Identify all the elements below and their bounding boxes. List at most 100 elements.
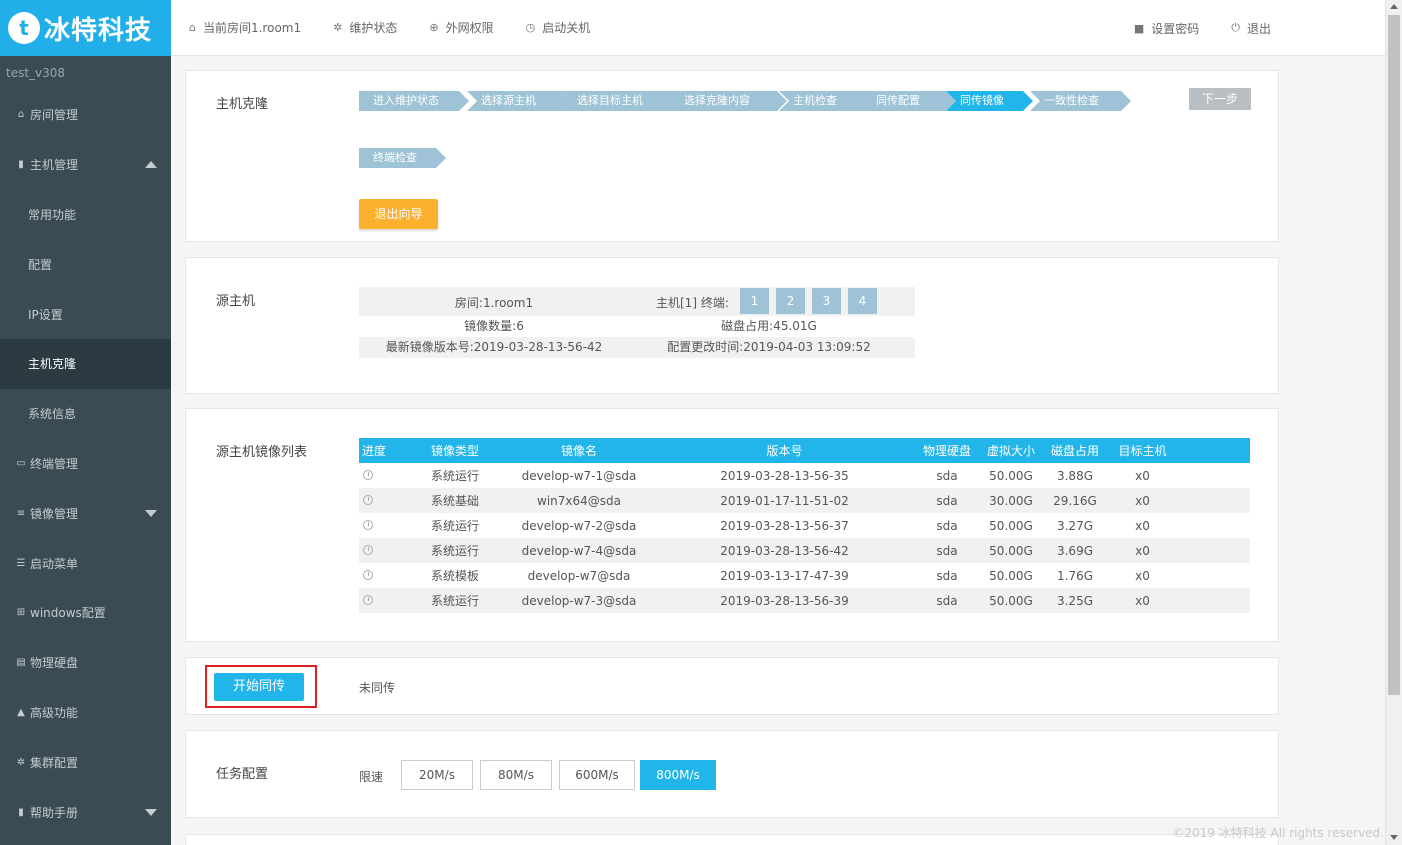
table-cell-spacer bbox=[1170, 538, 1250, 563]
table-cell: 50.00G bbox=[987, 538, 1035, 563]
bottom-panel bbox=[185, 834, 1279, 845]
speed-option-3[interactable]: 600M/s bbox=[559, 760, 635, 790]
sidebar-item-label: windows配置 bbox=[30, 606, 106, 621]
table-cell-spacer bbox=[1170, 588, 1250, 613]
sidebar-item-label: 集群配置 bbox=[30, 755, 79, 770]
list-icon: ☰ bbox=[16, 557, 26, 569]
task-config-panel: 任务配置 限速 20M/s 80M/s 600M/s 800M/s bbox=[185, 730, 1279, 818]
set-password-link[interactable]: ■ 设置密码 bbox=[1134, 20, 1199, 37]
table-cell: x0 bbox=[1135, 518, 1150, 533]
table-row[interactable]: 系统运行 develop-w7-1@sda 2019-03-28-13-56-35 s… bbox=[359, 463, 1250, 488]
harddisk-icon: ▤ bbox=[16, 657, 26, 669]
scroll-up-arrow-icon[interactable] bbox=[1390, 4, 1398, 9]
logo: t 冰特科技 bbox=[0, 0, 171, 56]
column-header: 物理硬盘 bbox=[907, 438, 987, 463]
sidebar-item-image-management[interactable]: ≡ 镜像管理 bbox=[0, 488, 171, 538]
sidebar-item-help-manual[interactable]: ▮ 帮助手册 bbox=[0, 787, 171, 837]
sidebar-item-room-management[interactable]: ⌂ 房间管理 bbox=[0, 90, 171, 140]
task-config-title: 任务配置 bbox=[216, 767, 269, 782]
table-cell: 3.25G bbox=[1035, 588, 1115, 613]
sidebar-item-label: 房间管理 bbox=[30, 108, 79, 123]
table-cell: sda bbox=[907, 538, 987, 563]
image-list-panel: 源主机镜像列表 进度 镜像类型 镜像名 版本号 物理硬盘 虚拟大小 磁盘占用 目标主机 系统运… bbox=[185, 408, 1279, 642]
start-sync-button[interactable]: 开始同传 bbox=[214, 673, 304, 701]
next-step-button[interactable]: 下一步 bbox=[1189, 88, 1251, 110]
table-row[interactable]: 系统运行 develop-w7-3@sda 2019-03-28-13-56-39 s… bbox=[359, 588, 1250, 613]
latest-version: 最新镜像版本号:2019-03-28-13-56-42 bbox=[385, 340, 603, 354]
table-cell: 系统模板 bbox=[430, 569, 479, 583]
sidebar-item-label: IP设置 bbox=[28, 307, 63, 322]
sidebar-item-host-management[interactable]: ▮ 主机管理 bbox=[0, 140, 171, 190]
power-label: 启动关机 bbox=[542, 21, 591, 35]
sidebar-item-cluster-config[interactable]: ✲ 集群配置 bbox=[0, 737, 171, 787]
table-cell-spacer bbox=[1170, 463, 1250, 488]
clock-icon bbox=[363, 494, 373, 505]
clone-title: 主机克隆 bbox=[216, 97, 269, 112]
table-cell: sda bbox=[907, 588, 987, 613]
terminal-button-4[interactable]: 4 bbox=[848, 288, 877, 314]
scroll-down-arrow-icon[interactable] bbox=[1390, 835, 1398, 840]
table-cell: 2019-01-17-11-51-02 bbox=[662, 488, 907, 513]
sidebar-item-terminal-management[interactable]: ▭ 终端管理 bbox=[0, 439, 171, 489]
speed-option-4[interactable]: 800M/s bbox=[640, 760, 716, 790]
exit-wizard-button[interactable]: 退出向导 bbox=[359, 199, 438, 229]
sidebar-item-config[interactable]: 配置 bbox=[0, 239, 171, 289]
progress-cell bbox=[359, 488, 414, 513]
source-host-panel: 源主机 房间:1.room1 主机[1] 终端: 1234 镜像数量:6 磁盘占… bbox=[185, 257, 1279, 394]
table-row[interactable]: 系统运行 develop-w7-4@sda 2019-03-28-13-56-42 s… bbox=[359, 538, 1250, 563]
clock-icon bbox=[363, 519, 373, 530]
terminal-button-2[interactable]: 2 bbox=[776, 288, 805, 314]
table-cell: 系统运行 bbox=[430, 519, 479, 533]
table-cell: 2019-03-28-13-56-35 bbox=[720, 468, 849, 483]
footer-copyright: ©2019 冰特科技 All rights reserved. bbox=[1172, 826, 1384, 840]
table-cell: 2019-03-28-13-56-42 bbox=[662, 538, 907, 563]
sidebar-item-system-info[interactable]: 系统信息 bbox=[0, 389, 171, 439]
room-value: 房间:1.room1 bbox=[454, 296, 534, 310]
table-cell-spacer bbox=[1170, 488, 1250, 513]
speed-option-1[interactable]: 20M/s bbox=[401, 760, 473, 790]
wrench-icon: ✲ bbox=[333, 21, 343, 34]
scroll-thumb[interactable] bbox=[1388, 15, 1400, 695]
speed-option-2[interactable]: 80M/s bbox=[480, 760, 552, 790]
chevron-down-icon bbox=[145, 809, 157, 817]
sidebar-item-label: 配置 bbox=[28, 257, 53, 272]
logo-icon: t bbox=[8, 12, 40, 44]
table-cell: sda bbox=[936, 518, 958, 533]
sidebar-item-common-functions[interactable]: 常用功能 bbox=[0, 190, 171, 240]
maintenance-status-link[interactable]: ✲ 维护状态 bbox=[333, 19, 397, 36]
speed-limit-label: 限速 bbox=[359, 770, 384, 784]
table-cell: 系统运行 bbox=[430, 469, 479, 483]
network-permission-link[interactable]: ⊕ 外网权限 bbox=[429, 19, 493, 36]
windows-icon: ⊞ bbox=[16, 607, 26, 619]
sidebar-item-label: 主机克隆 bbox=[28, 357, 77, 372]
sidebar-item-host-clone[interactable]: 主机克隆 bbox=[0, 338, 171, 389]
sidebar-item-boot-menu[interactable]: ☰ 启动菜单 bbox=[0, 538, 171, 588]
sync-panel: 开始同传 未同传 bbox=[185, 657, 1279, 715]
terminal-button-3[interactable]: 3 bbox=[812, 288, 841, 314]
terminal-button-1[interactable]: 1 bbox=[740, 288, 769, 314]
table-cell: 30.00G bbox=[987, 488, 1035, 513]
scrollbar[interactable] bbox=[1385, 0, 1402, 845]
sidebar-item-advanced[interactable]: ▲ 高级功能 bbox=[0, 688, 171, 738]
progress-cell bbox=[359, 463, 414, 488]
book-icon: ▮ bbox=[18, 806, 24, 818]
logout-link[interactable]: ⏻ 退出 bbox=[1231, 20, 1271, 37]
power-link[interactable]: ◷ 启动关机 bbox=[526, 19, 591, 36]
server-icon: ▮ bbox=[18, 159, 24, 171]
gear-icon: ✲ bbox=[16, 756, 26, 768]
current-room-link[interactable]: ⌂ 当前房间1.room1 bbox=[189, 19, 301, 36]
table-row[interactable]: 系统运行 develop-w7-2@sda 2019-03-28-13-56-37 s… bbox=[359, 513, 1250, 538]
table-cell: 2019-03-28-13-56-39 bbox=[662, 588, 907, 613]
table-row[interactable]: 系统基础 win7x64@sda 2019-01-17-11-51-02 sda 30.… bbox=[359, 488, 1250, 513]
wizard-step-1: 进入维护状态 bbox=[359, 91, 469, 111]
sidebar-item-windows-config[interactable]: ⊞ windows配置 bbox=[0, 588, 171, 638]
table-cell: 系统运行 bbox=[414, 538, 496, 563]
sidebar-item-physical-disk[interactable]: ▤ 物理硬盘 bbox=[0, 638, 171, 688]
sidebar-item-ip-settings[interactable]: IP设置 bbox=[0, 289, 171, 339]
table-cell: sda bbox=[936, 568, 958, 583]
network-label: 外网权限 bbox=[445, 21, 494, 35]
table-row[interactable]: 系统模板 develop-w7@sda 2019-03-13-17-47-39 sda… bbox=[359, 563, 1250, 588]
wizard-step-4: 选择克隆内容 bbox=[670, 91, 787, 111]
globe-icon: ⊕ bbox=[429, 21, 439, 34]
table-cell: 50.00G bbox=[989, 568, 1033, 583]
